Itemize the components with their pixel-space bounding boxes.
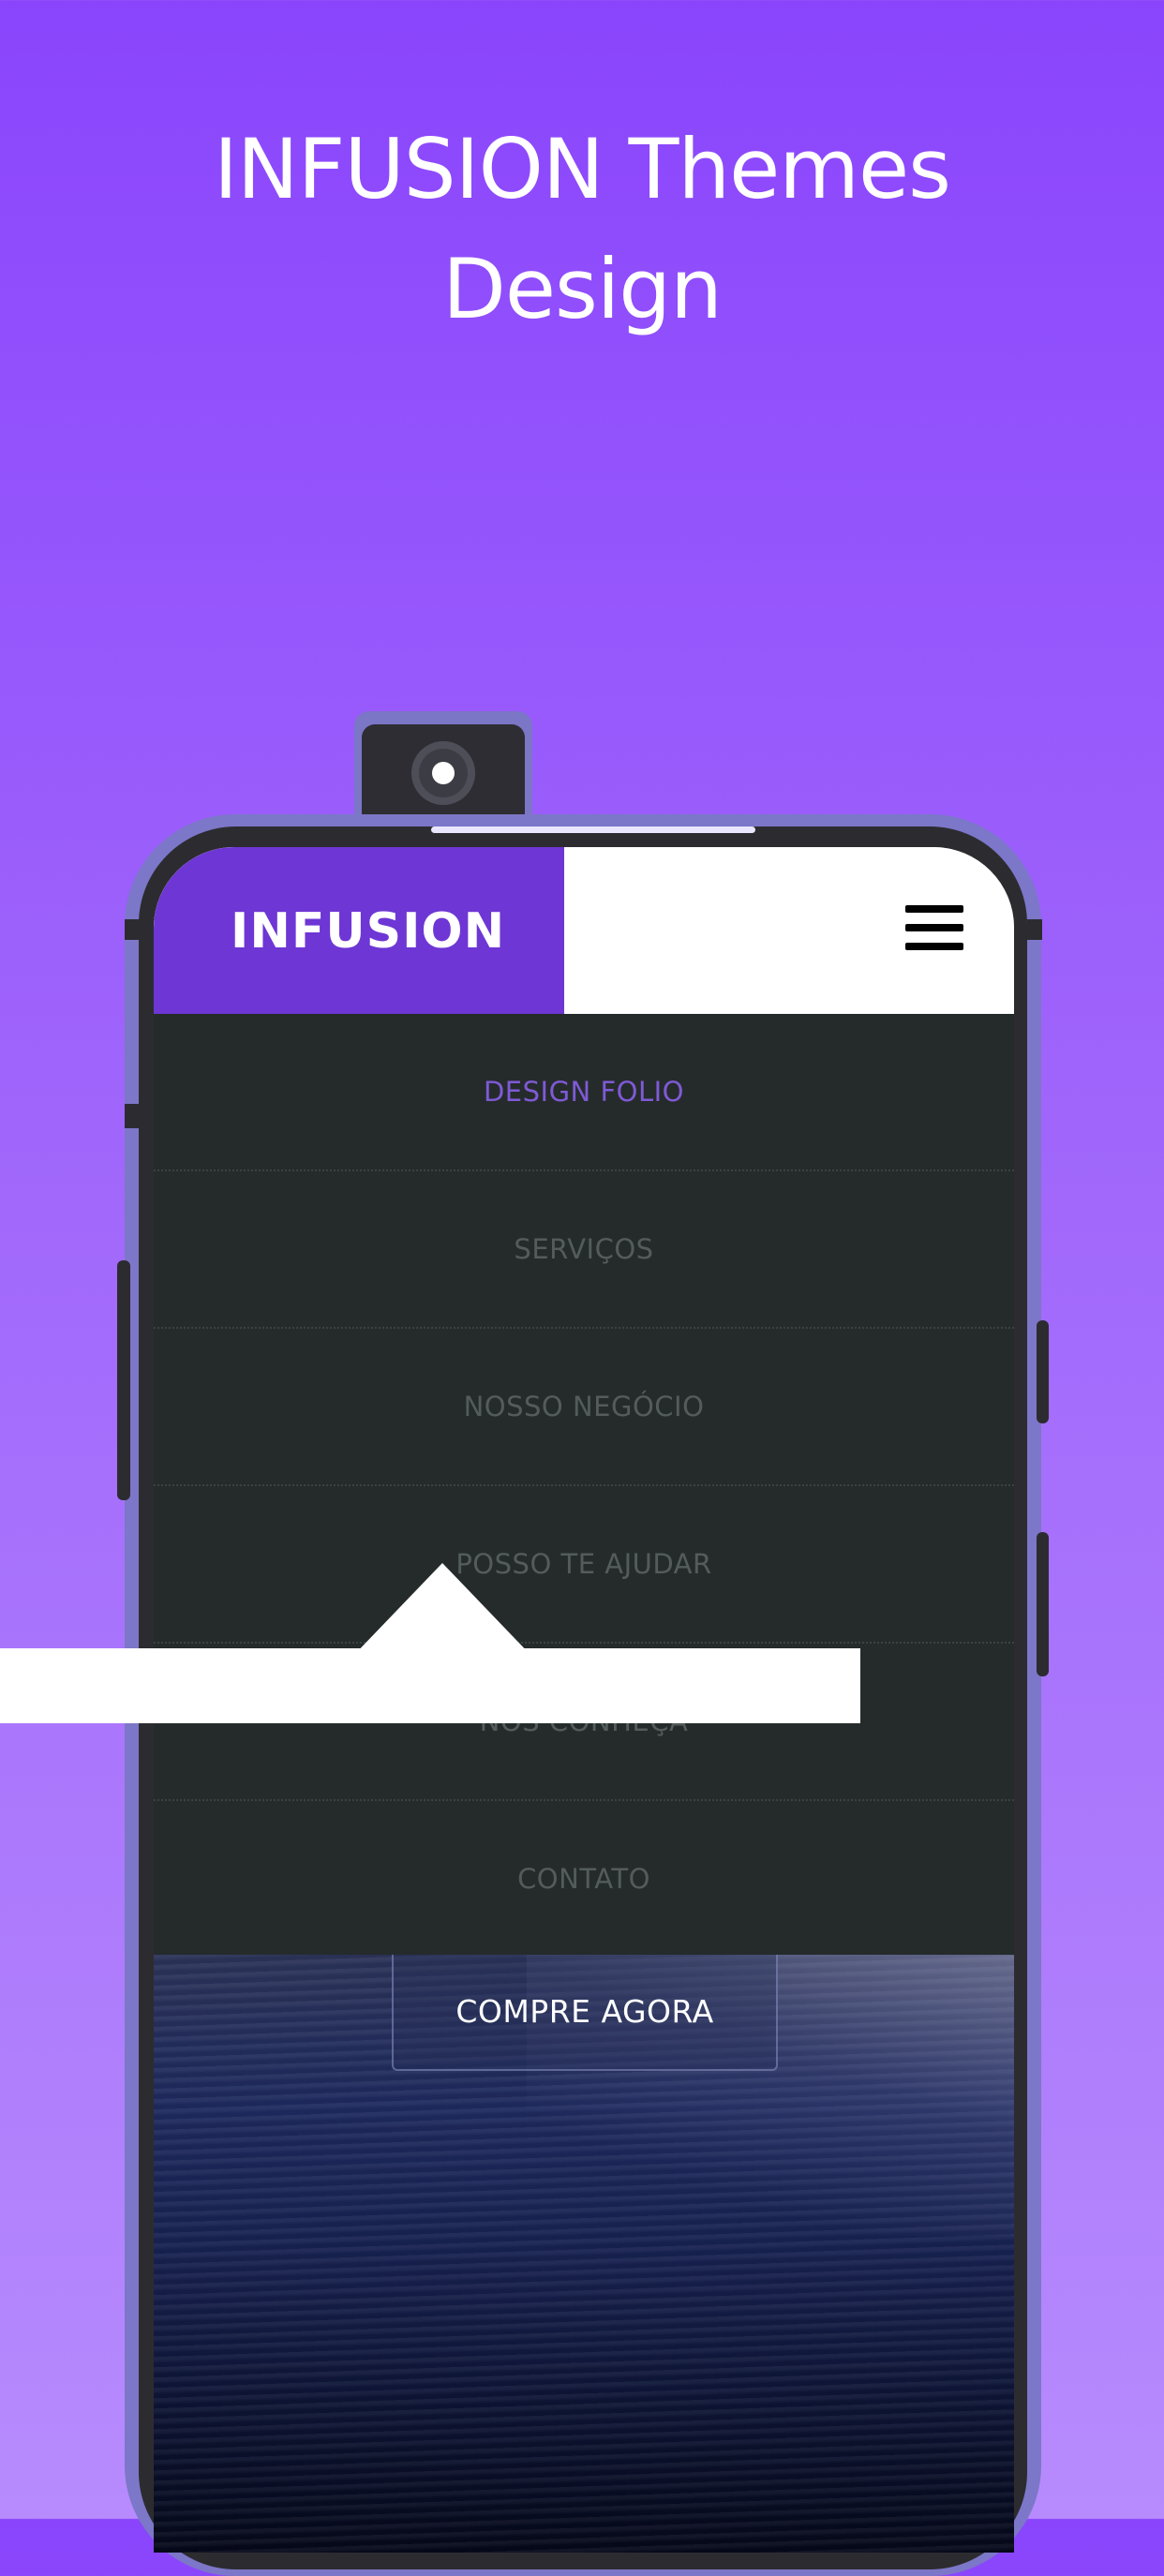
brand-block: INFUSION <box>154 847 564 1014</box>
side-marker-middle <box>125 1104 140 1128</box>
bixby-button <box>1037 1532 1049 1676</box>
nav-item-nosso-negocio[interactable]: NOSSO NEGÓCIO <box>154 1329 1014 1486</box>
camera-housing <box>362 724 525 827</box>
brand-logo[interactable]: INFUSION <box>231 901 505 961</box>
camera-lens-dot <box>432 762 455 784</box>
menu-bar-bottom <box>905 943 963 950</box>
camera-lens-icon <box>411 741 475 805</box>
popup-camera <box>354 711 532 827</box>
promo-title: INFUSION Themes Design <box>0 110 1164 350</box>
hero-banner: COMPRE AGORA <box>154 1955 1014 2553</box>
nav-item-posso-te-ajudar[interactable]: POSSO TE AJUDAR <box>154 1486 1014 1644</box>
side-marker-right <box>1027 919 1042 940</box>
scroll-down-arrow-icon[interactable] <box>352 1563 532 1657</box>
promo-title-line-2: Design <box>442 240 723 337</box>
hamburger-menu-icon[interactable] <box>905 901 963 954</box>
side-marker-top <box>125 919 140 940</box>
buy-now-button[interactable]: COMPRE AGORA <box>392 1955 778 2071</box>
nav-item-design-folio[interactable]: DESIGN FOLIO <box>154 1014 1014 1171</box>
volume-button <box>117 1260 130 1500</box>
promo-title-line-1: INFUSION Themes <box>213 120 951 217</box>
power-button <box>1037 1320 1049 1423</box>
app-header: INFUSION <box>154 847 1014 1014</box>
menu-bar-top <box>905 905 963 913</box>
nav-menu: DESIGN FOLIO SERVIÇOS NOSSO NEGÓCIO POSS… <box>154 1014 1014 1955</box>
menu-bar-middle <box>905 924 963 931</box>
content-section-edge <box>0 1648 860 1723</box>
nav-item-servicos[interactable]: SERVIÇOS <box>154 1171 1014 1329</box>
nav-item-contato[interactable]: CONTATO <box>154 1801 1014 1957</box>
phone-speaker <box>431 826 755 833</box>
